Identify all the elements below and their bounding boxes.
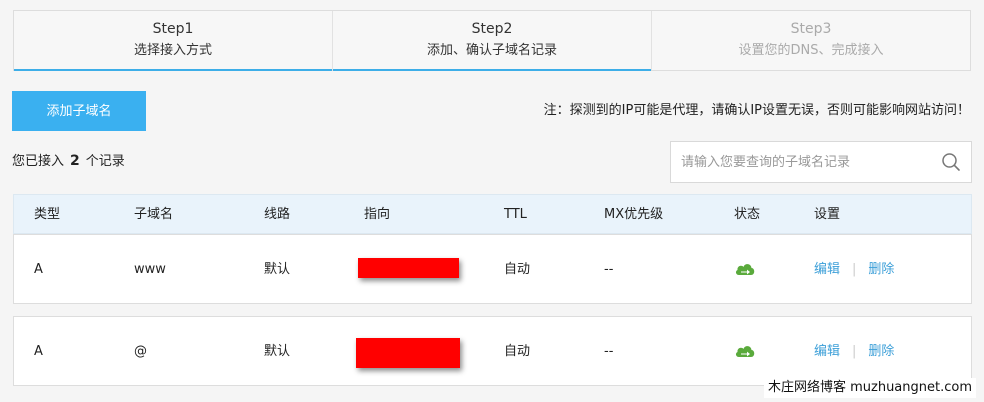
action-divider: |: [852, 262, 857, 277]
subdomain-search-input[interactable]: [671, 142, 931, 182]
step-2-number: Step2: [471, 21, 513, 37]
header-setting: 设置: [814, 207, 841, 222]
header-type: 类型: [34, 207, 61, 222]
step-1: Step1 选择接入方式: [14, 11, 333, 71]
record-line: 默认: [264, 344, 291, 359]
record-type: A: [34, 262, 43, 277]
delete-record-link[interactable]: 删除: [868, 262, 894, 277]
add-subdomain-button[interactable]: 添加子域名: [12, 91, 146, 131]
step-3-description: 设置您的DNS、完成接入: [738, 43, 884, 58]
record-subdomain: www: [134, 262, 166, 277]
search-icon[interactable]: [941, 152, 961, 172]
record-line: 默认: [264, 262, 291, 277]
record-ttl: 自动: [504, 344, 531, 359]
record-count-suffix: 个记录: [85, 154, 125, 169]
header-point: 指向: [364, 207, 391, 222]
step-3-number: Step3: [790, 21, 832, 37]
record-actions: 编辑 | 删除: [814, 260, 894, 280]
record-count-summary: 您已接入 2 个记录: [12, 151, 125, 172]
record-ttl: 自动: [504, 262, 531, 277]
site-watermark: 木庄网络博客 muzhuangnet.com: [763, 378, 976, 398]
records-table-header: 类型 子域名 线路 指向 TTL MX优先级 状态 设置: [13, 194, 972, 234]
subdomain-search-box: [670, 141, 972, 183]
delete-record-link[interactable]: 删除: [868, 344, 894, 359]
record-subdomain: @: [134, 344, 147, 359]
step-1-number: Step1: [152, 21, 194, 37]
edit-record-link[interactable]: 编辑: [814, 262, 840, 277]
table-row: A www 默认 自动 -- 编辑 | 删除: [13, 234, 972, 304]
redacted-ip-block: [358, 258, 459, 278]
step-3: Step3 设置您的DNS、完成接入: [652, 11, 970, 70]
table-row: A @ 默认 自动 -- 编辑 | 删除: [13, 316, 972, 386]
step-2: Step2 添加、确认子域名记录: [333, 11, 652, 71]
header-subdomain: 子域名: [134, 207, 174, 222]
step-progress: Step1 选择接入方式 Step2 添加、确认子域名记录 Step3 设置您的…: [13, 10, 971, 71]
header-line: 线路: [264, 207, 291, 222]
edit-record-link[interactable]: 编辑: [814, 344, 840, 359]
action-divider: |: [852, 344, 857, 359]
dns-records-page: Step1 选择接入方式 Step2 添加、确认子域名记录 Step3 设置您的…: [0, 0, 984, 402]
cloud-enabled-icon[interactable]: [734, 343, 756, 359]
step-1-description: 选择接入方式: [133, 43, 212, 58]
proxy-warning-notice: 注：探测到的IP可能是代理，请确认IP设置无误，否则可能影响网站访问！: [543, 103, 970, 118]
record-type: A: [34, 344, 43, 359]
cloud-enabled-icon[interactable]: [734, 261, 756, 277]
step-2-description: 添加、确认子域名记录: [426, 43, 557, 58]
header-ttl: TTL: [504, 207, 527, 222]
record-mx-priority: --: [604, 344, 614, 359]
header-status: 状态: [734, 207, 761, 222]
record-mx-priority: --: [604, 262, 614, 277]
record-count-prefix: 您已接入: [12, 154, 65, 169]
redacted-ip-block: [356, 338, 460, 368]
record-actions: 编辑 | 删除: [814, 342, 894, 362]
header-mx-priority: MX优先级: [604, 207, 664, 222]
record-count-number: 2: [70, 153, 80, 169]
